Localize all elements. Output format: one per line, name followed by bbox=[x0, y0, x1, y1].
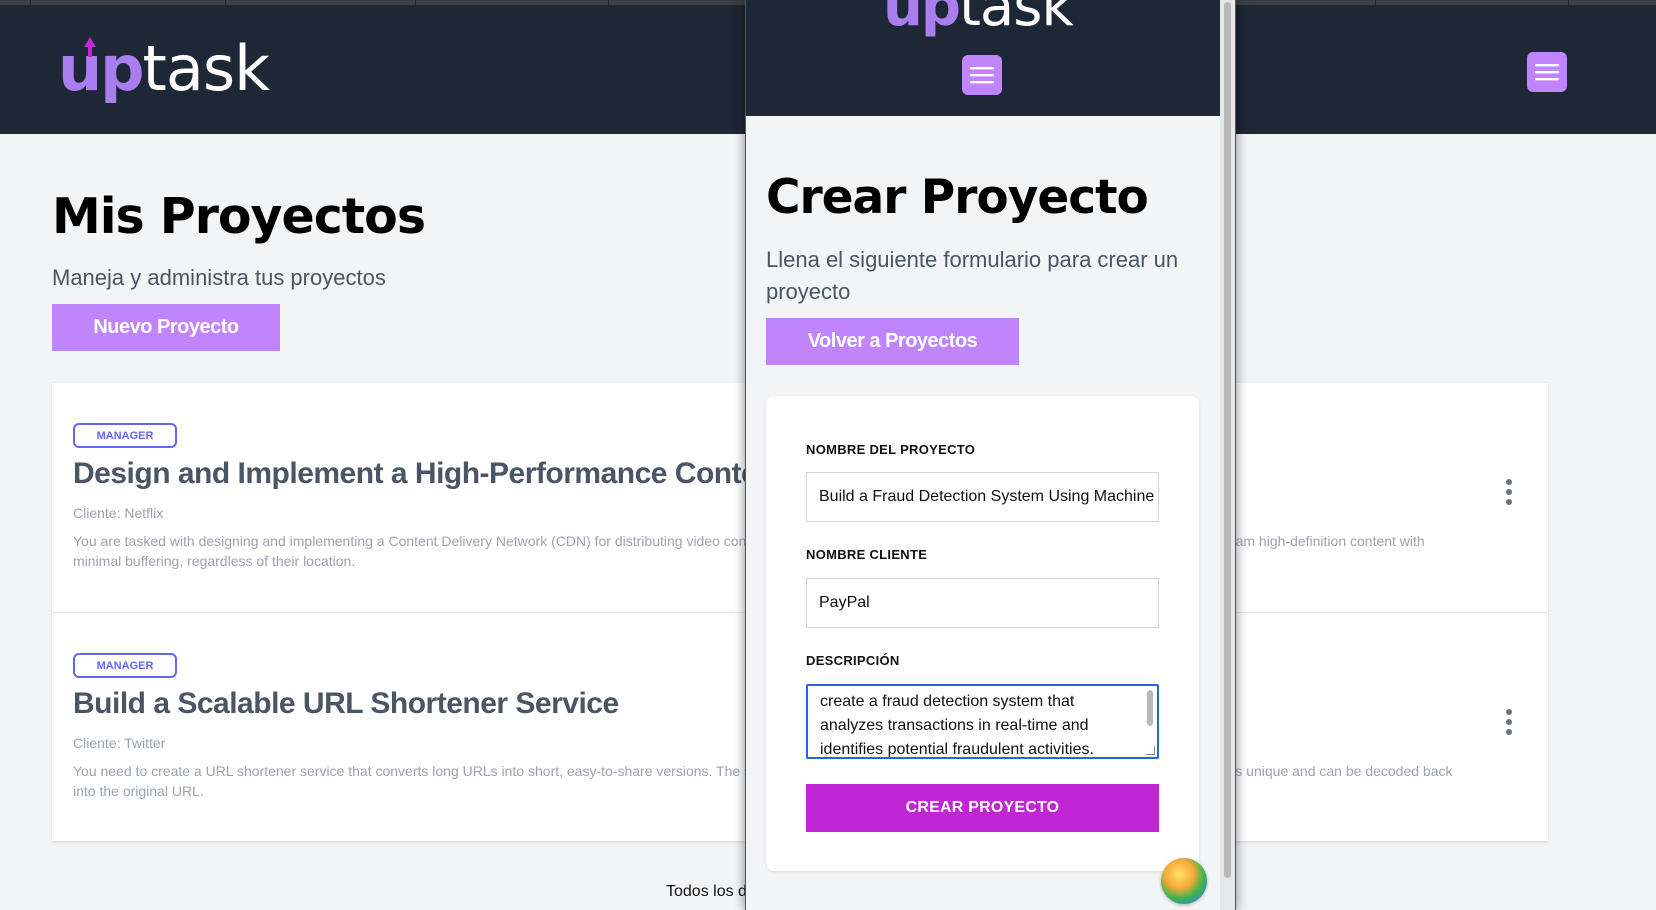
hamburger-icon bbox=[970, 67, 994, 84]
hamburger-menu-button[interactable] bbox=[1527, 52, 1567, 92]
app-header-mobile: up task bbox=[746, 0, 1220, 116]
logo-up-text: up bbox=[883, 0, 961, 39]
project-client: Cliente: Netflix bbox=[73, 505, 164, 521]
role-badge: MANAGER bbox=[73, 653, 177, 678]
more-options-icon[interactable] bbox=[1505, 479, 1513, 509]
resize-handle-icon[interactable] bbox=[1146, 746, 1155, 755]
page-title: Crear Proyecto bbox=[766, 170, 1149, 225]
hamburger-menu-button[interactable] bbox=[962, 55, 1002, 95]
logo-task-text: task bbox=[958, 0, 1074, 39]
logo-task-text: task bbox=[142, 32, 271, 105]
back-to-projects-button[interactable]: Volver a Proyectos bbox=[766, 318, 1019, 365]
more-options-icon[interactable] bbox=[1505, 709, 1513, 739]
client-name-input[interactable]: PayPal bbox=[806, 578, 1159, 628]
project-title-link[interactable]: Build a Scalable URL Shortener Service bbox=[73, 687, 619, 721]
create-project-window: up task Crear Proyecto Llena el siguiente… bbox=[745, 0, 1236, 910]
scrollbar-thumb[interactable] bbox=[1224, 2, 1231, 878]
hamburger-icon bbox=[1535, 64, 1559, 81]
project-name-input[interactable]: Build a Fraud Detection System Using Mac… bbox=[806, 472, 1159, 522]
page-subtitle: Maneja y administra tus proyectos bbox=[52, 265, 386, 290]
client-name-label: NOMBRE CLIENTE bbox=[806, 547, 928, 562]
role-badge: MANAGER bbox=[73, 423, 177, 448]
description-textarea[interactable]: create a fraud detection system that ana… bbox=[806, 684, 1159, 759]
project-client: Cliente: Twitter bbox=[73, 735, 166, 751]
arrow-up-icon bbox=[84, 37, 96, 57]
footer-text: Todos los d bbox=[666, 883, 747, 900]
uptask-logo[interactable]: up task bbox=[883, 0, 1074, 39]
page-title: Mis Proyectos bbox=[52, 188, 426, 245]
page-subtitle: Llena el siguiente formulario para crear… bbox=[766, 247, 1179, 304]
textarea-scrollbar[interactable] bbox=[1147, 690, 1153, 726]
uptask-logo[interactable]: up task bbox=[58, 32, 271, 105]
description-label: DESCRIPCIÓN bbox=[806, 653, 900, 668]
create-project-submit-button[interactable]: CREAR PROYECTO bbox=[806, 784, 1159, 832]
floating-extension-icon[interactable] bbox=[1161, 858, 1207, 904]
create-project-form: NOMBRE DEL PROYECTO Build a Fraud Detect… bbox=[766, 396, 1199, 871]
new-project-button[interactable]: Nuevo Proyecto bbox=[52, 304, 280, 351]
project-name-label: NOMBRE DEL PROYECTO bbox=[806, 442, 976, 457]
window-scrollbar[interactable] bbox=[1220, 0, 1235, 910]
description-text: create a fraud detection system that ana… bbox=[820, 693, 1094, 758]
